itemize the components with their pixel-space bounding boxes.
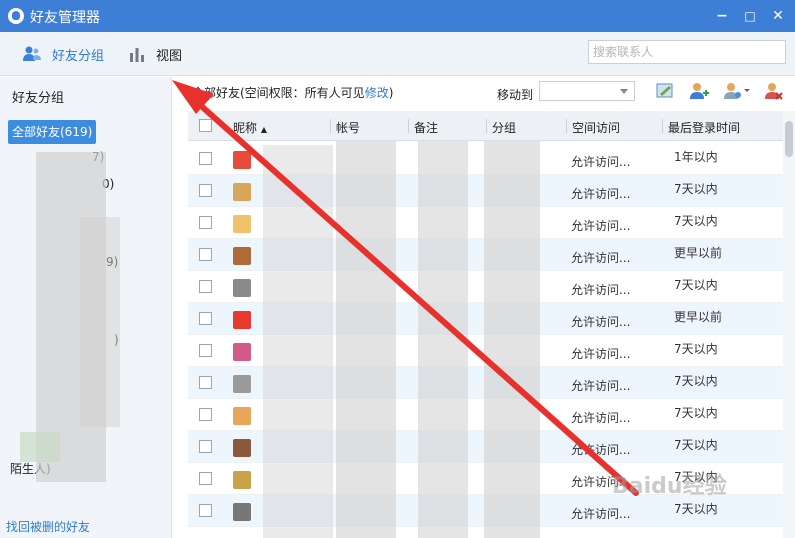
avatar [233, 215, 251, 233]
avatar [233, 183, 251, 201]
row-checkbox[interactable] [199, 376, 212, 389]
last-login-cell: 1年以内 [674, 150, 718, 164]
all-friends-header: 全部好友(空间权限：所有人可见修改) [192, 86, 394, 100]
column-divider[interactable] [408, 119, 409, 133]
privacy-mosaic [418, 141, 468, 538]
bar-chart-icon [130, 48, 144, 62]
space-access-cell: 允许访问... [571, 347, 631, 361]
avatar [233, 407, 251, 425]
avatar [233, 343, 251, 361]
column-header-group[interactable]: 分组 [492, 119, 516, 136]
window-title: 好友管理器 [30, 10, 100, 26]
space-access-cell: 允许访问... [571, 411, 631, 425]
sidebar-title: 好友分组 [12, 91, 65, 106]
title-bar: 好友管理器 − □ ✕ [0, 0, 795, 32]
avatar [233, 279, 251, 297]
view-label: 视图 [156, 48, 183, 64]
space-access-cell: 允许访问... [571, 219, 631, 233]
space-access-cell: 允许访问... [571, 443, 631, 457]
last-login-cell: 更早以前 [674, 310, 723, 324]
avatar [233, 439, 251, 457]
view-tab[interactable]: 视图 [128, 44, 182, 64]
space-access-cell: 允许访问... [571, 507, 631, 521]
space-access-cell: 允许访问... [571, 315, 631, 329]
avatar [233, 471, 251, 489]
last-login-cell: 7天以内 [674, 182, 718, 196]
row-checkbox[interactable] [199, 472, 212, 485]
row-checkbox[interactable] [199, 408, 212, 421]
maximize-button[interactable]: □ [740, 6, 760, 26]
minimize-button[interactable]: − [712, 6, 732, 26]
row-checkbox[interactable] [199, 312, 212, 325]
edit-icon[interactable] [654, 80, 676, 102]
users-icon [23, 46, 41, 61]
table-header: 昵称 ▲ 帐号 备注 分组 空间访问 最后登录时间 [188, 111, 783, 141]
last-login-cell: 更早以前 [674, 246, 723, 260]
last-login-cell: 7天以内 [674, 342, 718, 356]
row-checkbox[interactable] [199, 248, 212, 261]
avatar [233, 503, 251, 521]
row-checkbox[interactable] [199, 152, 212, 165]
column-divider[interactable] [566, 119, 567, 133]
privacy-mosaic [336, 141, 396, 538]
row-checkbox[interactable] [199, 344, 212, 357]
baidu-watermark: Baidu经验 [612, 474, 727, 499]
column-header-space-access[interactable]: 空间访问 [572, 119, 620, 136]
space-access-cell: 允许访问... [571, 379, 631, 393]
last-login-cell: 7天以内 [674, 406, 718, 420]
recover-deleted-friends-link[interactable]: 找回被删的好友 [6, 518, 90, 535]
column-header-last-login[interactable]: 最后登录时间 [668, 119, 740, 136]
last-login-cell: 7天以内 [674, 214, 718, 228]
row-checkbox[interactable] [199, 216, 212, 229]
column-divider[interactable] [486, 119, 487, 133]
search-input[interactable] [588, 40, 786, 64]
row-checkbox[interactable] [199, 184, 212, 197]
avatar [233, 311, 251, 329]
space-access-cell: 允许访问... [571, 283, 631, 297]
select-all-checkbox[interactable] [199, 119, 212, 132]
user-settings-icon[interactable] [722, 80, 750, 102]
row-checkbox[interactable] [199, 440, 212, 453]
column-header-remark[interactable]: 备注 [414, 119, 438, 136]
column-header-account[interactable]: 帐号 [336, 119, 360, 136]
column-header-nickname[interactable]: 昵称 ▲ [233, 119, 267, 136]
space-access-cell: 允许访问... [571, 251, 631, 265]
space-access-cell: 允许访问... [571, 187, 631, 201]
qq-logo-icon [8, 8, 24, 24]
vertical-scrollbar[interactable] [783, 111, 795, 538]
privacy-mosaic [80, 217, 120, 427]
last-login-cell: 7天以内 [674, 502, 718, 516]
avatar [233, 247, 251, 265]
column-divider[interactable] [330, 119, 331, 133]
last-login-cell: 7天以内 [674, 278, 718, 292]
avatar [233, 151, 251, 169]
modify-permission-link[interactable]: 修改 [365, 86, 389, 100]
remove-user-icon[interactable] [762, 80, 784, 102]
last-login-cell: 7天以内 [674, 438, 718, 452]
add-user-icon[interactable] [688, 80, 710, 102]
move-to-label: 移动到 [497, 88, 534, 102]
scrollbar-thumb[interactable] [785, 121, 793, 157]
close-button[interactable]: ✕ [768, 6, 788, 26]
friend-groups-tab[interactable]: 好友分组 [22, 44, 104, 64]
avatar [233, 375, 251, 393]
toolbar: 好友分组 视图 [0, 32, 795, 76]
friend-groups-label: 好友分组 [52, 48, 105, 64]
row-checkbox[interactable] [199, 280, 212, 293]
sidebar: 好友分组 全部好友(619) 7) 0) 9) ) 陌生人) 找回被删的好友 [0, 77, 172, 538]
privacy-mosaic [263, 145, 333, 538]
sidebar-item-all-friends[interactable]: 全部好友(619) [8, 120, 97, 144]
move-to-select[interactable] [539, 81, 635, 101]
column-divider[interactable] [662, 119, 663, 133]
privacy-mosaic [484, 141, 540, 538]
row-checkbox[interactable] [199, 504, 212, 517]
last-login-cell: 7天以内 [674, 374, 718, 388]
privacy-mosaic [20, 432, 60, 462]
space-access-cell: 允许访问... [571, 155, 631, 169]
